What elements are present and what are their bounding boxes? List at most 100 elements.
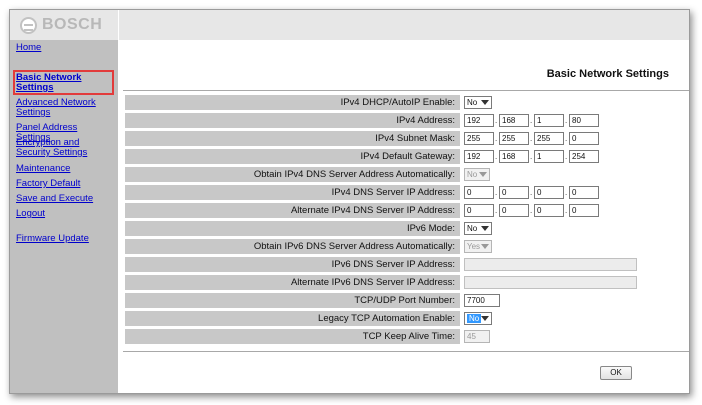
ipv4-address-octet-1[interactable] xyxy=(464,114,494,127)
sidebar-item-factory-default[interactable]: Factory Default xyxy=(16,179,114,189)
ipv4-dhcp-select[interactable]: No xyxy=(464,96,492,109)
ipv6-dns-server-input xyxy=(464,258,637,271)
sidebar-item-logout[interactable]: Logout xyxy=(16,209,114,219)
sidebar-item-home[interactable]: Home xyxy=(16,43,114,53)
field-label: IPv4 Address: xyxy=(125,113,460,128)
dns-octet-4[interactable] xyxy=(569,186,599,199)
chevron-down-icon xyxy=(479,172,487,177)
field-label: TCP Keep Alive Time: xyxy=(125,329,460,344)
row-obtain-ipv6-dns-auto: Obtain IPv6 DNS Server Address Automatic… xyxy=(125,239,685,254)
chevron-down-icon xyxy=(481,316,489,321)
obtain-ipv4-dns-select: No xyxy=(464,168,490,181)
alt-dns-octet-4[interactable] xyxy=(569,204,599,217)
header-bar: BOSCH xyxy=(10,10,689,40)
select-value: No xyxy=(467,170,478,179)
bosch-armature-icon xyxy=(20,16,37,34)
dns-octet-3[interactable] xyxy=(534,186,564,199)
row-tcp-keep-alive: TCP Keep Alive Time: 45 xyxy=(125,329,685,344)
octet-separator: . xyxy=(495,116,498,125)
field-label: Alternate IPv6 DNS Server IP Address: xyxy=(125,275,460,290)
field-label: IPv4 DHCP/AutoIP Enable: xyxy=(125,95,460,110)
gateway-octet-2[interactable] xyxy=(499,150,529,163)
ipv6-mode-select[interactable]: No xyxy=(464,222,492,235)
dns-octet-2[interactable] xyxy=(499,186,529,199)
sidebar-nav: Home Basic Network Settings Advanced Net… xyxy=(10,40,118,393)
octet-separator: . xyxy=(565,152,568,161)
row-ipv4-subnet-mask: IPv4 Subnet Mask: . . . xyxy=(125,131,685,146)
ipv4-address-octet-4[interactable] xyxy=(569,114,599,127)
octet-separator: . xyxy=(495,134,498,143)
subnet-mask-octet-2[interactable] xyxy=(499,132,529,145)
row-ipv4-default-gateway: IPv4 Default Gateway: . . . xyxy=(125,149,685,164)
octet-separator: . xyxy=(530,116,533,125)
octet-separator: . xyxy=(495,152,498,161)
main-content: Basic Network Settings IPv4 DHCP/AutoIP … xyxy=(118,40,689,393)
field-label: IPv4 DNS Server IP Address: xyxy=(125,185,460,200)
bottom-divider xyxy=(123,351,689,352)
tcp-udp-port-input[interactable]: 7700 xyxy=(464,294,500,307)
octet-separator: . xyxy=(530,206,533,215)
page-title: Basic Network Settings xyxy=(546,68,669,80)
field-label: IPv4 Subnet Mask: xyxy=(125,131,460,146)
field-label: Alternate IPv4 DNS Server IP Address: xyxy=(125,203,460,218)
octet-separator: . xyxy=(530,152,533,161)
sidebar-item-basic-network-settings[interactable]: Basic Network Settings xyxy=(16,73,114,93)
sidebar-item-save-and-execute[interactable]: Save and Execute xyxy=(16,194,114,204)
ipv4-address-octet-2[interactable] xyxy=(499,114,529,127)
legacy-tcp-automation-select[interactable]: No xyxy=(464,312,492,325)
octet-separator: . xyxy=(565,206,568,215)
octet-separator: . xyxy=(565,116,568,125)
subnet-mask-octet-1[interactable] xyxy=(464,132,494,145)
field-label: IPv6 DNS Server IP Address: xyxy=(125,257,460,272)
row-ipv4-address: IPv4 Address: . . . xyxy=(125,113,685,128)
select-value: No xyxy=(467,224,478,233)
select-value: No xyxy=(467,98,478,107)
dns-octet-1[interactable] xyxy=(464,186,494,199)
sidebar-item-maintenance[interactable]: Maintenance xyxy=(16,164,114,174)
subnet-mask-octet-4[interactable] xyxy=(569,132,599,145)
tcp-keep-alive-input: 45 xyxy=(464,330,490,343)
alt-dns-octet-2[interactable] xyxy=(499,204,529,217)
select-value: No xyxy=(467,314,482,323)
ipv4-address-octet-3[interactable] xyxy=(534,114,564,127)
row-tcp-udp-port: TCP/UDP Port Number: 7700 xyxy=(125,293,685,308)
alt-dns-octet-3[interactable] xyxy=(534,204,564,217)
field-label: IPv4 Default Gateway: xyxy=(125,149,460,164)
field-label: Obtain IPv4 DNS Server Address Automatic… xyxy=(125,167,460,182)
browser-frame: BOSCH Home Basic Network Settings Advanc… xyxy=(9,9,690,394)
logo-text: BOSCH xyxy=(42,16,103,33)
field-label: Legacy TCP Automation Enable: xyxy=(125,311,460,326)
top-divider xyxy=(123,90,689,91)
octet-separator: . xyxy=(495,206,498,215)
octet-separator: . xyxy=(530,188,533,197)
field-label: TCP/UDP Port Number: xyxy=(125,293,460,308)
gateway-octet-1[interactable] xyxy=(464,150,494,163)
sidebar-item-encryption-security-settings[interactable]: Encryption and Security Settings xyxy=(16,138,114,158)
row-ipv4-dns-server: IPv4 DNS Server IP Address: . . . xyxy=(125,185,685,200)
header-divider xyxy=(118,10,119,40)
field-label: IPv6 Mode: xyxy=(125,221,460,236)
sidebar-item-firmware-update[interactable]: Firmware Update xyxy=(16,234,114,244)
subnet-mask-octet-3[interactable] xyxy=(534,132,564,145)
gateway-octet-3[interactable] xyxy=(534,150,564,163)
sidebar-item-advanced-network-settings[interactable]: Advanced Network Settings xyxy=(16,98,114,118)
field-label: Obtain IPv6 DNS Server Address Automatic… xyxy=(125,239,460,254)
row-alt-ipv6-dns-server: Alternate IPv6 DNS Server IP Address: xyxy=(125,275,685,290)
row-ipv4-dhcp: IPv4 DHCP/AutoIP Enable: No xyxy=(125,95,685,110)
gateway-octet-4[interactable] xyxy=(569,150,599,163)
bosch-logo: BOSCH xyxy=(20,14,102,36)
octet-separator: . xyxy=(530,134,533,143)
octet-separator: . xyxy=(495,188,498,197)
row-alt-ipv4-dns-server: Alternate IPv4 DNS Server IP Address: . … xyxy=(125,203,685,218)
row-ipv6-dns-server: IPv6 DNS Server IP Address: xyxy=(125,257,685,272)
ok-button[interactable]: OK xyxy=(600,366,632,380)
octet-separator: . xyxy=(565,134,568,143)
alt-dns-octet-1[interactable] xyxy=(464,204,494,217)
row-obtain-ipv4-dns-auto: Obtain IPv4 DNS Server Address Automatic… xyxy=(125,167,685,182)
row-legacy-tcp-automation: Legacy TCP Automation Enable: No xyxy=(125,311,685,326)
octet-separator: . xyxy=(565,188,568,197)
chevron-down-icon xyxy=(481,226,489,231)
alt-ipv6-dns-server-input xyxy=(464,276,637,289)
chevron-down-icon xyxy=(481,100,489,105)
select-value: Yes xyxy=(467,242,481,251)
